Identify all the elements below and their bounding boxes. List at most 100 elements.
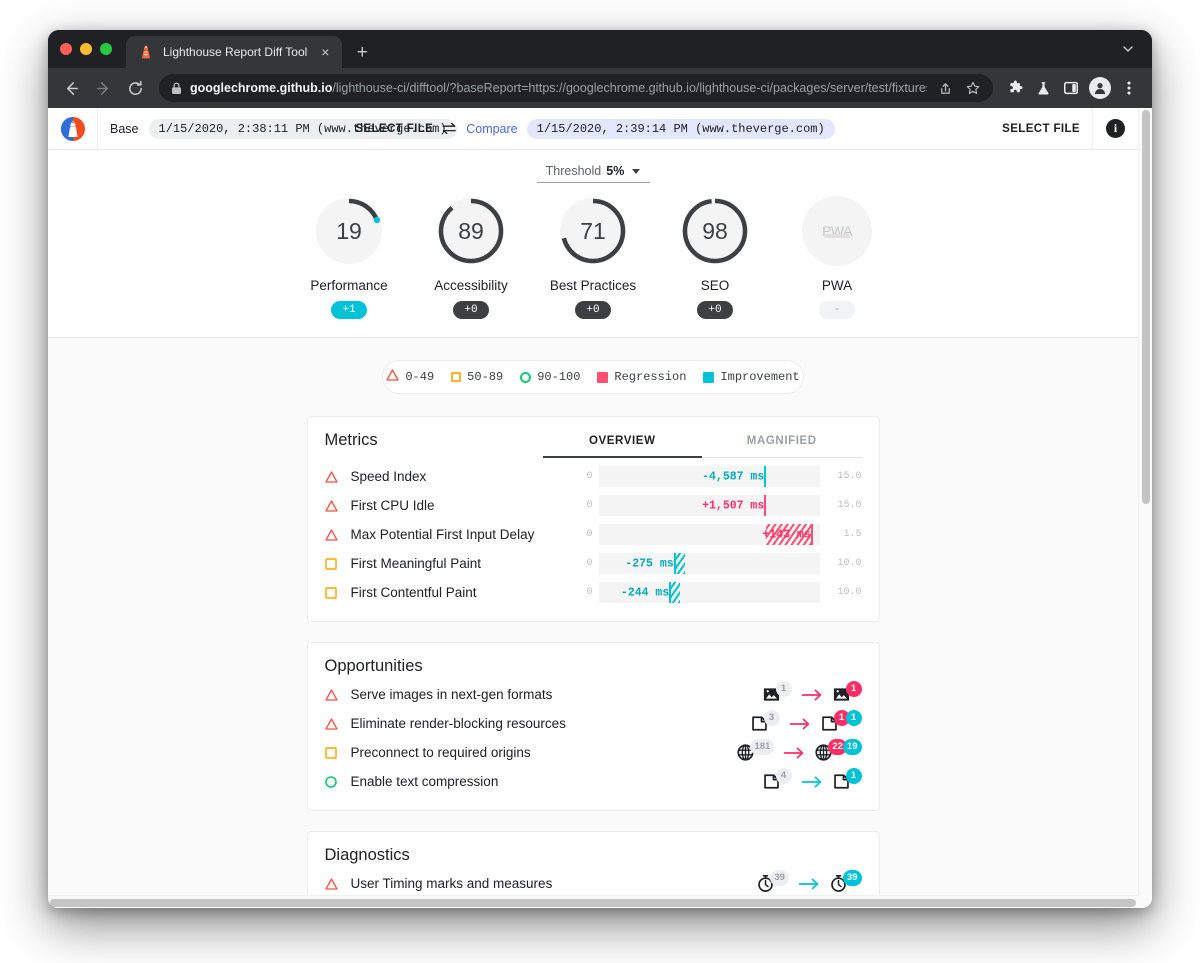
address-bar-text: googlechrome.github.io/lighthouse-ci/dif…: [190, 81, 927, 95]
metric-bar-track: -4,587 ms: [598, 466, 820, 487]
compare-audit-indicator: 22 19: [814, 738, 862, 766]
badge-group: 1: [845, 680, 862, 697]
metric-axis-max: 15.0: [837, 471, 862, 482]
list-item[interactable]: Eliminate render-blocking resources 3 1 1: [324, 709, 862, 738]
browser-toolbar: googlechrome.github.io/lighthouse-ci/dif…: [48, 68, 1152, 108]
gauge-delta-badge: +0: [453, 301, 489, 319]
count-badge: 19: [842, 738, 862, 755]
score-gauge-pwa[interactable]: PWA PWA -: [798, 193, 876, 319]
metrics-view-tabs: OVERVIEW MAGNIFIED: [542, 431, 862, 458]
gauge-value: 89: [458, 217, 484, 244]
gauge-value: PWA: [822, 223, 852, 239]
arrow-right-icon: [798, 877, 820, 891]
minimize-window-button[interactable]: [80, 43, 92, 55]
metric-marker: [764, 466, 767, 487]
metrics-card-header: Metrics OVERVIEW MAGNIFIED: [325, 431, 862, 458]
score-gauge-seo[interactable]: 98 SEO +0: [676, 193, 754, 319]
threshold-label: Threshold: [545, 164, 602, 178]
table-row[interactable]: First Contentful Paint 0 -244 ms 10.0: [324, 578, 862, 607]
close-tab-icon[interactable]: ×: [316, 43, 334, 61]
metric-bar-track: +1,507 ms: [598, 495, 820, 516]
gauge-delta-badge: +0: [697, 301, 733, 319]
swap-icon[interactable]: [442, 122, 457, 135]
score-gauge-performance[interactable]: 19 Performance +1: [310, 193, 388, 319]
reload-button[interactable]: [120, 73, 150, 103]
maximize-window-button[interactable]: [100, 43, 112, 55]
info-icon[interactable]: i: [1106, 119, 1126, 138]
table-row[interactable]: Speed Index 0 -4,587 ms 15.0: [324, 462, 862, 491]
address-bar[interactable]: googlechrome.github.io/lighthouse-ci/dif…: [159, 74, 993, 102]
select-file-right-button[interactable]: SELECT FILE: [1002, 123, 1080, 135]
profile-avatar[interactable]: [1089, 77, 1111, 99]
metric-delta-value: -4,587 ms: [702, 470, 765, 483]
chevron-down-icon[interactable]: [1116, 37, 1140, 61]
metric-name: Speed Index: [350, 469, 427, 484]
threshold-selector[interactable]: Threshold 5%: [536, 164, 650, 183]
close-window-button[interactable]: [60, 43, 72, 55]
status-icon: [324, 470, 351, 483]
score-gauge-accessibility[interactable]: 89 Accessibility +0: [432, 193, 510, 319]
new-tab-button[interactable]: +: [348, 38, 376, 66]
side-panel-icon[interactable]: [1058, 75, 1084, 101]
count-badge: 1: [845, 767, 862, 784]
vertical-scrollbar-thumb[interactable]: [1142, 110, 1150, 504]
count-badge: 1: [845, 680, 862, 697]
legend-item-regression: Regression: [597, 370, 686, 384]
more-menu-icon[interactable]: [1116, 75, 1142, 101]
select-file-left-button[interactable]: SELECT FILE: [355, 123, 433, 135]
gauge-label: Accessibility: [434, 278, 508, 293]
tab-overview[interactable]: OVERVIEW: [542, 431, 702, 458]
opportunities-rows: Serve images in next-gen formats 1 1 Elimin…: [324, 680, 862, 796]
compare-audit-indicator: 1: [832, 767, 862, 795]
flask-icon[interactable]: [1030, 75, 1056, 101]
gauge-value: 19: [336, 217, 362, 244]
status-icon: [324, 877, 351, 890]
metric-axis-max: 10.0: [837, 558, 862, 569]
table-row[interactable]: First CPU Idle 0 +1,507 ms 15.0: [324, 491, 862, 520]
base-label: Base: [110, 121, 139, 136]
base-audit-indicator: 1: [762, 680, 792, 708]
horizontal-scrollbar[interactable]: [48, 895, 1152, 908]
table-row[interactable]: Max Potential First Input Delay 0 +143 ms 1…: [324, 520, 862, 549]
color-swatch-icon: [597, 371, 609, 383]
audit-diff-visual: 3 11: [750, 709, 862, 737]
score-gauges: 19 Performance +1 89 Accessibility +0 71 Best P…: [48, 193, 1138, 319]
tab-magnified[interactable]: MAGNIFIED: [702, 431, 862, 458]
legend-item-90-100: 90-100: [520, 370, 580, 384]
audit-name: Preconnect to required origins: [350, 745, 531, 760]
back-button[interactable]: [56, 73, 86, 103]
audit-diff-visual: 181 22 19: [736, 738, 862, 766]
status-icon: [324, 746, 351, 759]
lock-icon: [171, 82, 182, 95]
list-item[interactable]: User Timing marks and measures 39 39: [324, 869, 862, 896]
badge-group: 11: [833, 709, 862, 726]
metric-marker: [764, 495, 767, 516]
list-item[interactable]: Enable text compression 4 1: [324, 767, 862, 796]
gauge-label: Performance: [310, 278, 388, 293]
gauge-label: SEO: [700, 278, 730, 293]
base-audit-indicator: 39: [756, 869, 789, 896]
list-item[interactable]: Preconnect to required origins 181 22 19: [324, 738, 862, 767]
compare-link[interactable]: Compare: [466, 122, 517, 136]
legend-item-improvement: Improvement: [703, 370, 800, 384]
opportunities-title: Opportunities: [324, 657, 423, 675]
list-item[interactable]: Serve images in next-gen formats 1 1: [324, 680, 862, 709]
status-icon: [324, 717, 351, 730]
chevron-down-icon[interactable]: [632, 168, 641, 174]
forward-button[interactable]: [88, 73, 118, 103]
vertical-scrollbar[interactable]: [1138, 108, 1152, 895]
browser-tab[interactable]: Lighthouse Report Diff Tool ×: [126, 36, 343, 68]
share-icon[interactable]: [935, 78, 955, 98]
status-icon: [324, 775, 351, 788]
legend-label: Improvement: [720, 370, 800, 384]
gauge-ring: 89: [433, 193, 509, 269]
compare-file-chip[interactable]: 1/15/2020, 2:39:14 PM (www.theverge.com): [526, 118, 835, 139]
score-gauge-best-practices[interactable]: 71 Best Practices +0: [550, 193, 636, 319]
extensions-icon[interactable]: [1002, 75, 1028, 101]
horizontal-scrollbar-thumb[interactable]: [50, 899, 1136, 907]
table-row[interactable]: First Meaningful Paint 0 -275 ms 10.0: [324, 549, 862, 578]
lighthouse-difftool-page: Base 1/15/2020, 2:38:11 PM (www.theverge…: [48, 108, 1138, 895]
badge-group: 1: [845, 767, 862, 784]
lighthouse-logo[interactable]: [48, 108, 98, 150]
bookmark-star-icon[interactable]: [963, 78, 983, 98]
